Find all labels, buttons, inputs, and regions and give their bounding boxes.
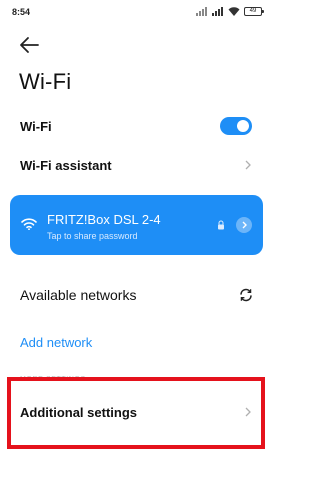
wifi-status-icon <box>228 7 240 16</box>
add-network-link[interactable]: Add network <box>20 335 92 350</box>
chevron-right-icon <box>245 160 251 170</box>
wifi-assistant-label: Wi-Fi assistant <box>20 157 112 173</box>
signal-icon <box>196 7 207 16</box>
status-bar: 8:54 49 <box>0 0 272 24</box>
toggle-knob <box>237 120 249 132</box>
available-networks-label: Available networks <box>20 287 137 303</box>
refresh-icon[interactable] <box>238 287 254 303</box>
wifi-toggle-label: Wi-Fi <box>20 118 52 134</box>
wifi-assistant-row[interactable]: Wi-Fi assistant <box>0 150 272 180</box>
status-icons: 49 <box>196 7 264 16</box>
lock-icon <box>218 220 224 230</box>
signal-icon-2 <box>212 7 223 16</box>
connected-network-card[interactable]: FRITZ!Box DSL 2-4 Tap to share password <box>10 195 263 255</box>
page-title: Wi-Fi <box>19 69 72 94</box>
battery-icon: 49 <box>244 7 264 16</box>
wifi-toggle-row[interactable]: Wi-Fi <box>0 112 272 140</box>
network-name: FRITZ!Box DSL 2-4 <box>47 212 161 227</box>
wifi-icon <box>21 218 37 230</box>
wifi-toggle-switch[interactable] <box>220 117 252 135</box>
add-network-row[interactable]: Add network <box>0 330 272 354</box>
chevron-right-icon <box>242 221 247 229</box>
network-subtitle: Tap to share password <box>47 231 138 241</box>
highlight-box <box>7 377 265 449</box>
status-time: 8:54 <box>12 7 31 17</box>
back-arrow-icon[interactable] <box>18 35 40 55</box>
available-networks-row: Available networks <box>0 282 272 308</box>
